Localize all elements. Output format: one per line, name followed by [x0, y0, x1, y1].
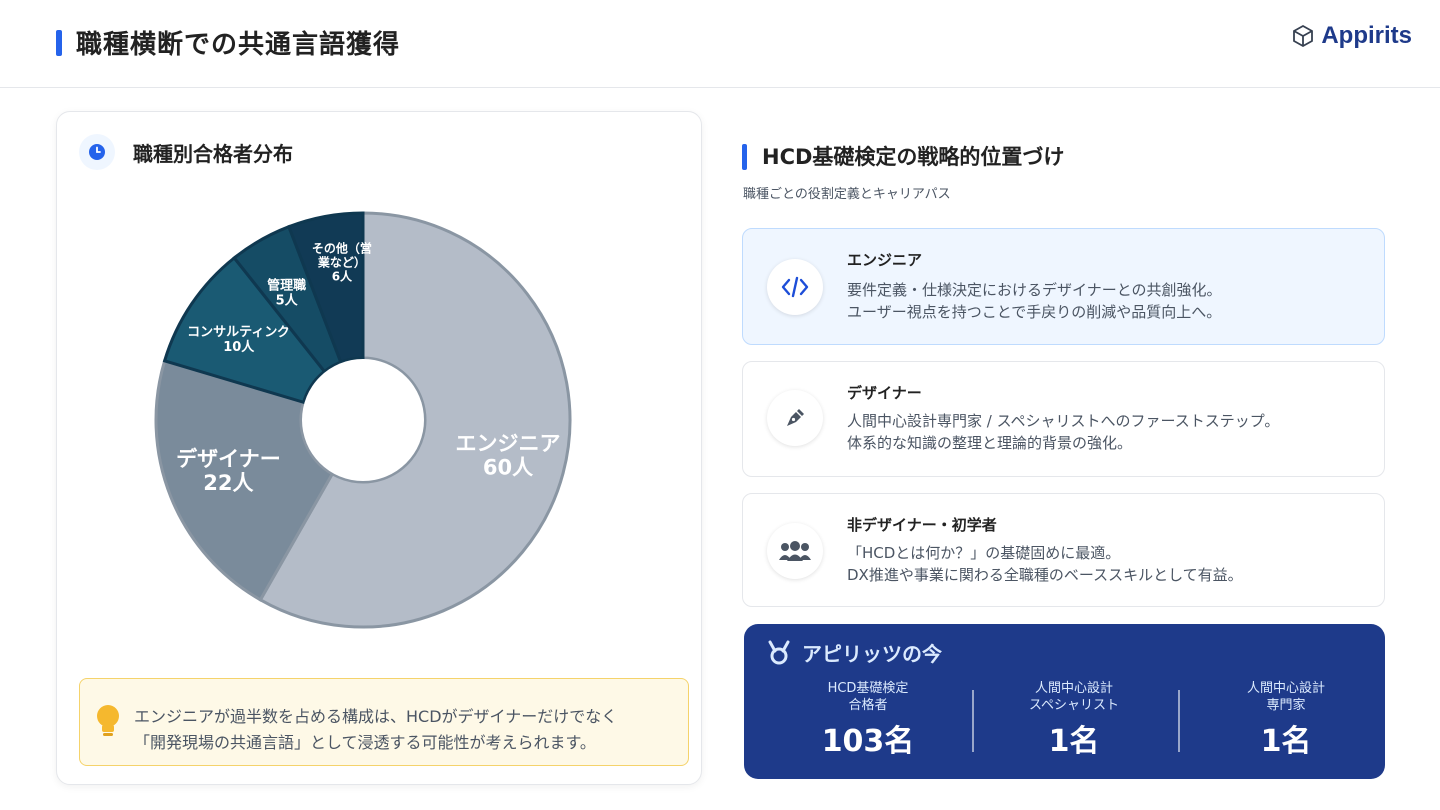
distribution-card: 職種別合格者分布 エンジニア 60人 デザイナー 22人 コンサルティング 10人 管理職 5… [56, 111, 702, 785]
section-accent-bar [742, 144, 747, 170]
role-name: エンジニア [847, 251, 923, 269]
stat-hcd-basic-passers: HCD基礎検定 合格者 103名 [778, 680, 958, 760]
note-line-2: 「開発現場の共通言語」として浸透する可能性が考えられます。 [134, 733, 596, 752]
cube-icon [1293, 24, 1314, 48]
title-accent-bar [56, 30, 62, 56]
section-title: HCD基礎検定の戦略的位置づけ [762, 145, 1065, 169]
distribution-donut-chart: エンジニア 60人デザイナー 22人コンサルティング 10人管理職 5人その他（営業など… [154, 211, 572, 629]
note-line-1: エンジニアが過半数を占める構成は、HCDがデザイナーだけでなく [134, 707, 618, 726]
role-description-line-2: 体系的な知識の整理と理論的背景の強化。 [847, 434, 1133, 452]
stat-label-line-1: 人間中心設計 [1034, 681, 1113, 696]
brand-name: Appirits [1321, 22, 1412, 49]
role-description-line-1: 要件定義・仕様決定におけるデザイナーとの共創強化。 [847, 281, 1222, 299]
stat-divider [1178, 690, 1180, 752]
stat-value: 1名 [1260, 724, 1312, 759]
donut-hole [302, 359, 424, 481]
role-description-line-1: 「HCDとは何か？」の基礎固めに最適。 [847, 544, 1121, 562]
role-name: 非デザイナー・初学者 [847, 516, 997, 534]
role-description-line-2: DX推進や事業に関わる全職種のベーススキルとして有益。 [847, 566, 1243, 584]
stat-label-line-2: 合格者 [848, 698, 888, 713]
role-card-non-designer: 非デザイナー・初学者 「HCDとは何か？」の基礎固めに最適。 DX推進や事業に関… [742, 493, 1385, 607]
stat-hcd-specialist: 人間中心設計 スペシャリスト 1名 [984, 680, 1164, 760]
role-name: デザイナー [847, 384, 922, 402]
code-icon [767, 259, 823, 315]
pen-icon [767, 390, 823, 446]
stat-label-line-1: 人間中心設計 [1246, 681, 1325, 696]
card-header: 職種別合格者分布 [79, 134, 293, 170]
page-title: 職種横断での共通言語獲得 [76, 30, 401, 60]
stat-divider [972, 690, 974, 752]
stat-hcd-professional: 人間中心設計 専門家 1名 [1196, 680, 1376, 760]
card-title: 職種別合格者分布 [133, 141, 293, 166]
brand-logo: Appirits [1291, 22, 1412, 50]
role-card-engineer: エンジニア 要件定義・仕様決定におけるデザイナーとの共創強化。 ユーザー視点を持… [742, 228, 1385, 345]
stat-value: 1名 [1048, 724, 1100, 759]
appirits-stats-panel: アピリッツの今 HCD基礎検定 合格者 103名 人間中心設計 スペシャリスト … [744, 624, 1385, 779]
stat-label-line-2: スペシャリスト [1028, 698, 1120, 713]
stat-value: 103名 [821, 724, 915, 759]
role-description-line-2: ユーザー視点を持つことで手戻りの削減や品質向上へ。 [847, 303, 1222, 321]
users-icon [767, 523, 823, 579]
stats-title: アピリッツの今 [802, 642, 942, 666]
medal-icon [768, 640, 790, 664]
role-card-designer: デザイナー 人間中心設計専門家 / スペシャリストへのファーストステップ。 体系… [742, 361, 1385, 477]
role-description-line-1: 人間中心設計専門家 / スペシャリストへのファーストステップ。 [847, 412, 1280, 430]
clock-icon [79, 134, 115, 170]
insight-note: エンジニアが過半数を占める構成は、HCDがデザイナーだけでなく 「開発現場の共通… [79, 678, 689, 766]
stat-label-line-2: 専門家 [1266, 698, 1306, 713]
stat-label-line-1: HCD基礎検定 [827, 681, 909, 696]
section-subtitle: 職種ごとの役割定義とキャリアパス [743, 187, 951, 202]
lightbulb-icon [97, 705, 119, 736]
stats-header: アピリッツの今 [766, 638, 942, 667]
page-header: 職種横断での共通言語獲得 Appirits [0, 0, 1440, 88]
